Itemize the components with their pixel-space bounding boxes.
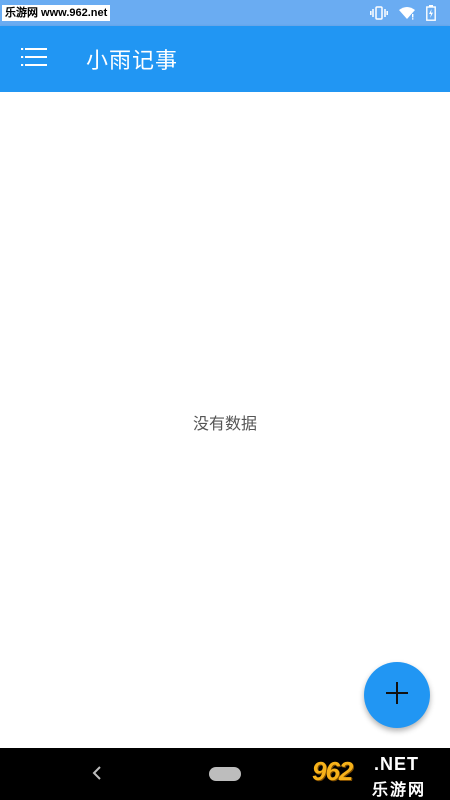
empty-state-text: 没有数据 bbox=[192, 414, 257, 433]
watermark-net: .NET bbox=[374, 754, 420, 774]
home-pill-icon[interactable] bbox=[209, 767, 241, 781]
back-icon bbox=[92, 765, 102, 784]
content-area: 没有数据 bbox=[0, 92, 450, 748]
menu-icon bbox=[21, 46, 47, 72]
watermark-cn: 乐游网 bbox=[372, 780, 427, 799]
app-title: 小雨记事 bbox=[86, 49, 179, 74]
wifi-icon bbox=[398, 6, 416, 20]
watermark-top: 乐游网 www.962.net bbox=[2, 5, 111, 21]
app-screen: 乐游网 www.962.net 小雨记事 没有数据 962 .NET 乐游网 bbox=[0, 0, 450, 800]
battery-icon bbox=[426, 5, 436, 21]
app-bar: 小雨记事 bbox=[0, 26, 450, 92]
add-note-button[interactable] bbox=[364, 662, 430, 728]
menu-button[interactable] bbox=[14, 39, 54, 79]
navigation-bar: 962 .NET 乐游网 bbox=[0, 748, 450, 800]
watermark-logo: 962 bbox=[312, 756, 353, 786]
watermark-bottom: 962 .NET 乐游网 bbox=[310, 750, 446, 799]
vibrate-icon bbox=[370, 6, 388, 20]
plus-icon bbox=[385, 681, 409, 709]
status-bar: 乐游网 www.962.net bbox=[0, 0, 450, 26]
back-button[interactable] bbox=[84, 762, 110, 786]
status-icons bbox=[370, 5, 436, 21]
